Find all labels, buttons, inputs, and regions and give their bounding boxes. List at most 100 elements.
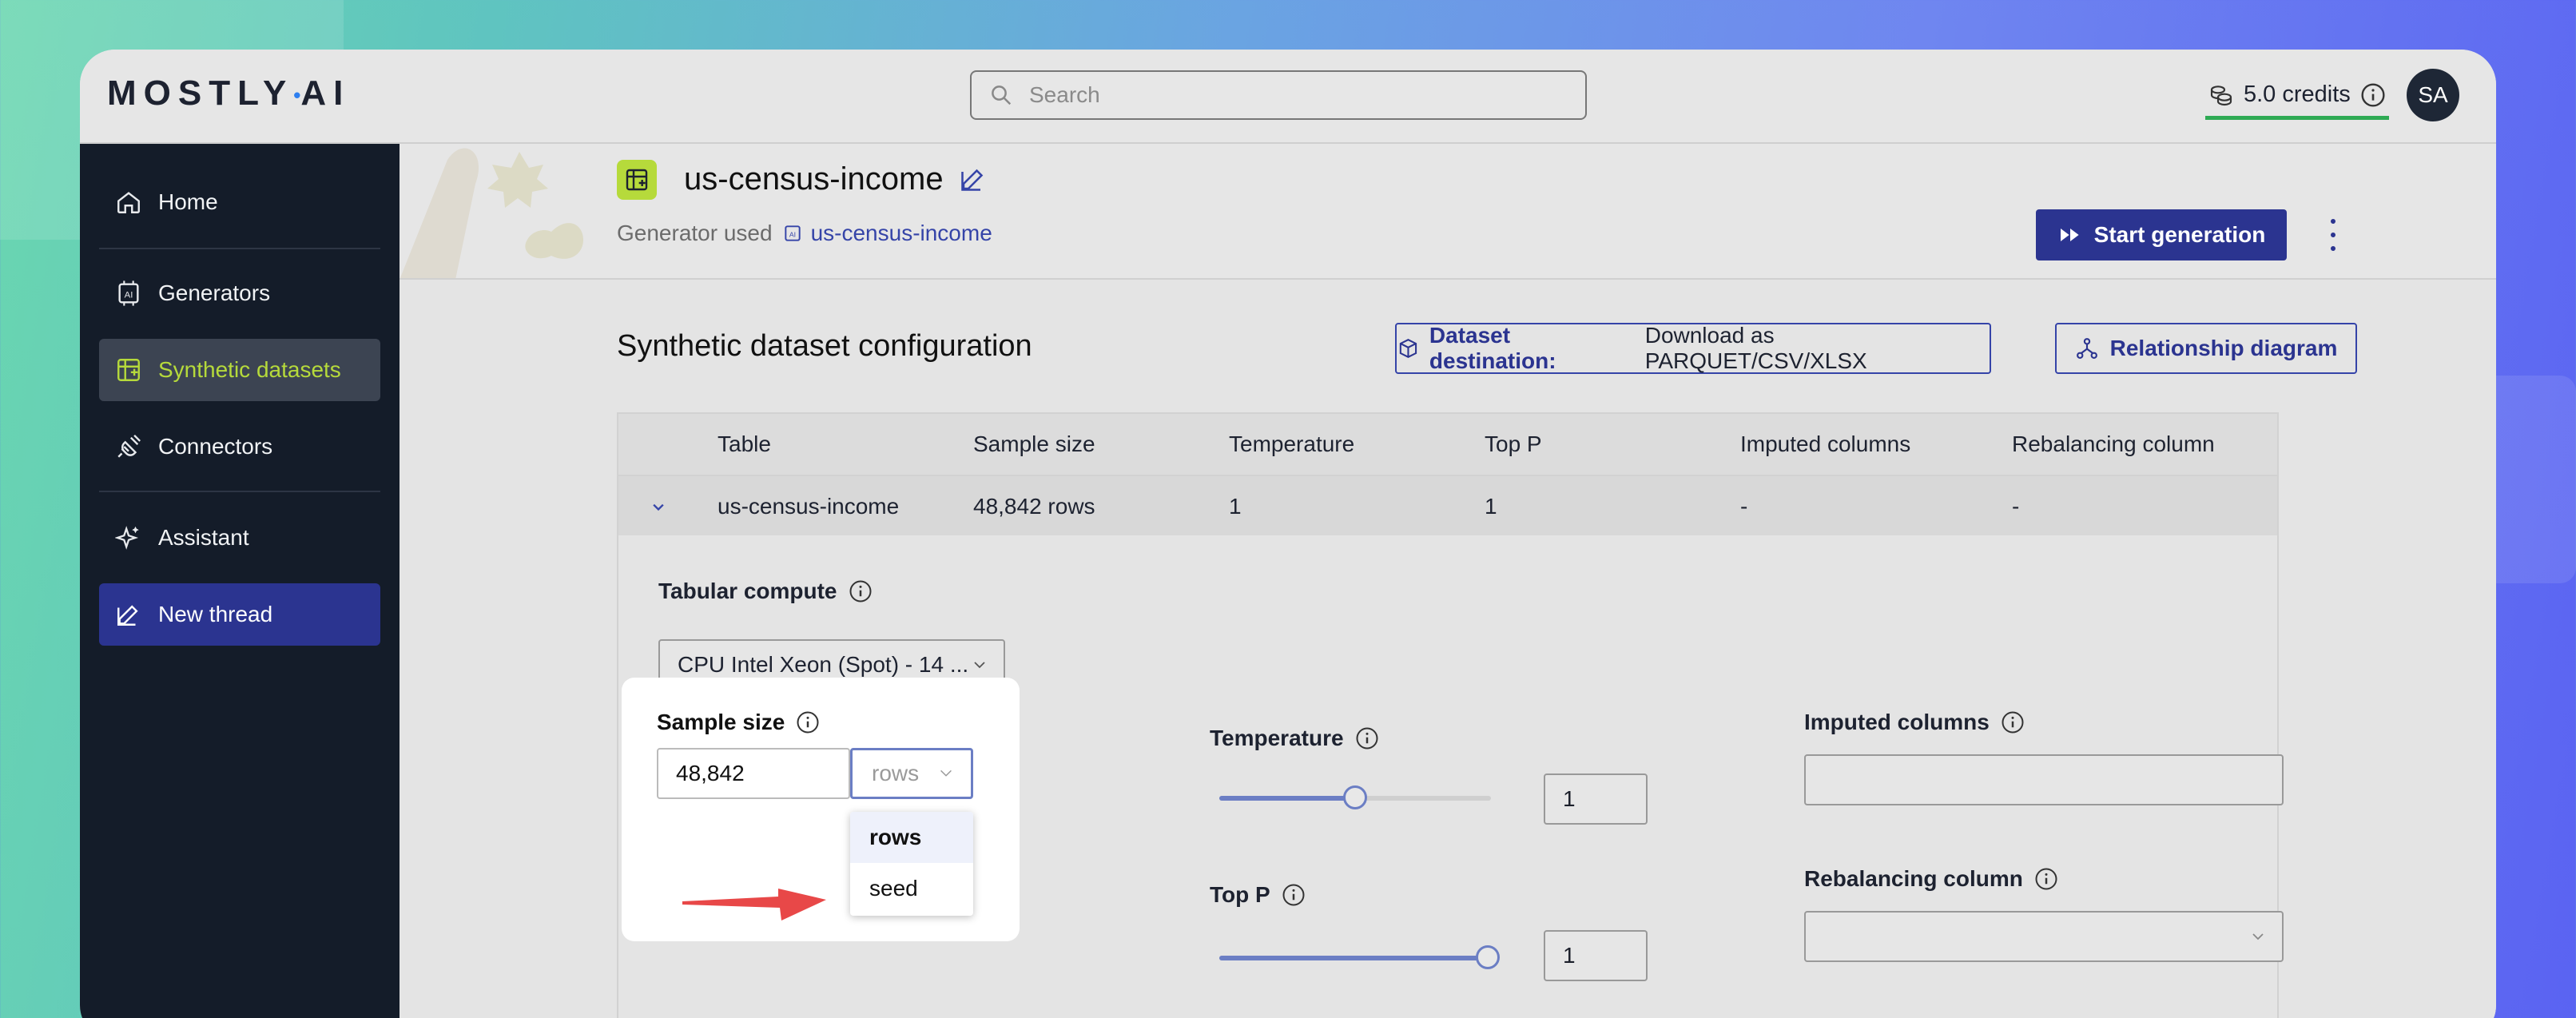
sample-size-popup: Sample size 48,842 rows rows seed — [622, 678, 1020, 941]
search-input[interactable] — [1029, 82, 1548, 108]
info-icon[interactable] — [2360, 82, 2386, 108]
divider — [99, 248, 380, 249]
dataset-icon — [117, 359, 140, 381]
page-title: us-census-income — [684, 161, 944, 197]
chevron-down-icon — [940, 769, 952, 777]
relationship-diagram-label: Relationship diagram — [2109, 336, 2338, 360]
home-icon — [117, 192, 140, 213]
more-options-icon[interactable] — [2327, 219, 2339, 251]
table-cell: - — [1740, 494, 1748, 519]
info-icon[interactable] — [2034, 867, 2058, 891]
sidebar: Home AI Generators Synthetic datasets Co… — [80, 144, 400, 1018]
red-arrow-annotation — [682, 889, 826, 921]
imputed-columns-input[interactable] — [1804, 754, 2284, 805]
plug-icon — [117, 434, 141, 458]
top-p-input[interactable]: 1 — [1544, 930, 1648, 981]
sidebar-item-home[interactable]: Home — [99, 171, 380, 233]
table-cell: 48,842 rows — [973, 494, 1095, 519]
slider-fill — [1219, 796, 1355, 801]
table-cell: us-census-income — [718, 494, 900, 519]
sidebar-item-connectors[interactable]: Connectors — [99, 416, 380, 478]
imputed-columns-label: Imputed columns — [1804, 710, 2025, 735]
dataset-icon — [626, 169, 648, 191]
svg-text:AI: AI — [125, 291, 133, 300]
slider-handle[interactable] — [1476, 945, 1500, 969]
destination-value: Download as PARQUET/CSV/XLSX — [1644, 323, 1867, 373]
info-icon[interactable] — [1282, 883, 1306, 907]
rebalancing-column-select[interactable] — [1804, 911, 2284, 962]
dataset-destination-button[interactable]: Dataset destination: Download as PARQUET… — [1395, 323, 1991, 374]
column-header: Imputed columns — [1740, 431, 1911, 456]
column-header: Top P — [1485, 431, 1542, 456]
slider-handle[interactable] — [1343, 785, 1367, 809]
sidebar-item-label: Synthetic datasets — [158, 357, 341, 382]
search-box[interactable] — [970, 70, 1587, 120]
sidebar-item-label: Assistant — [158, 525, 249, 550]
sidebar-item-generators[interactable]: AI Generators — [99, 262, 380, 324]
sample-size-input[interactable]: 48,842 — [657, 748, 850, 799]
start-generation-button[interactable]: Start generation — [2036, 209, 2287, 260]
top-p-label: Top P — [1210, 882, 1306, 908]
divider — [99, 491, 380, 492]
avatar[interactable]: SA — [2407, 69, 2459, 121]
table-cell: - — [2012, 494, 2020, 519]
search-icon — [992, 85, 1012, 105]
box-icon — [1399, 339, 1417, 358]
hierarchy-icon — [2076, 338, 2097, 359]
dataset-badge — [617, 160, 657, 200]
sidebar-item-assistant[interactable]: Assistant — [99, 507, 380, 569]
temperature-slider[interactable] — [1219, 785, 1491, 809]
info-icon[interactable] — [1355, 726, 1379, 750]
chevron-down-icon — [974, 662, 985, 669]
column-header: Sample size — [973, 431, 1095, 456]
relationship-diagram-button[interactable]: Relationship diagram — [2055, 323, 2357, 374]
generator-used-label: Generator used — [617, 221, 773, 245]
svg-text:AI: AI — [789, 230, 795, 238]
section-title: Synthetic dataset configuration — [617, 329, 1032, 363]
column-header: Temperature — [1229, 431, 1355, 456]
dataset-header: us-census-income Generator used AI us-ce… — [400, 144, 2496, 280]
info-icon[interactable] — [796, 710, 820, 734]
edit-icon — [117, 605, 138, 626]
dropdown-option-seed[interactable]: seed — [850, 863, 973, 914]
top-bar: MOSTLY•AI 5.0 credits SA — [80, 50, 2496, 144]
coins-icon — [2210, 85, 2232, 105]
compute-label: Tabular compute — [658, 579, 873, 604]
tables-table: Table Sample size Temperature Top P Impu… — [617, 412, 2279, 537]
table-row[interactable]: us-census-income 48,842 rows 1 1 - - — [617, 475, 2279, 537]
rebalancing-column-label: Rebalancing column — [1804, 866, 2058, 892]
temperature-input[interactable]: 1 — [1544, 773, 1648, 825]
new-thread-button[interactable]: New thread — [99, 583, 380, 646]
generator-name: us-census-income — [810, 221, 992, 245]
credits-text: 5.0 credits — [2244, 82, 2351, 107]
sample-unit-value: rows — [872, 761, 920, 785]
destination-label: Dataset destination: — [1429, 323, 1556, 373]
info-icon[interactable] — [2001, 710, 2025, 734]
ai-chip-icon: AI — [784, 225, 801, 241]
app-window: MOSTLY•AI 5.0 credits SA Home AI Generat… — [80, 50, 2496, 1018]
generator-link[interactable]: AI us-census-income — [782, 221, 992, 246]
decorative-shapes — [400, 148, 583, 278]
sidebar-item-label: Connectors — [158, 434, 273, 459]
compute-value: CPU Intel Xeon (Spot) - 14 ... — [678, 652, 969, 677]
sidebar-item-synthetic-datasets[interactable]: Synthetic datasets — [99, 339, 380, 401]
column-header: Rebalancing column — [2012, 431, 2215, 456]
ai-chip-icon: AI — [118, 280, 139, 306]
fast-forward-icon — [2060, 229, 2079, 241]
sample-unit-dropdown: rows seed — [850, 812, 973, 916]
column-header: Table — [718, 431, 771, 456]
info-icon[interactable] — [849, 579, 873, 603]
top-p-slider[interactable] — [1219, 945, 1500, 969]
chevron-down-icon[interactable] — [647, 495, 670, 518]
logo[interactable]: MOSTLY•AI — [107, 74, 350, 113]
dropdown-option-rows[interactable]: rows — [850, 812, 973, 863]
table-cell: 1 — [1485, 494, 1497, 519]
sidebar-item-label: Generators — [158, 280, 271, 305]
sample-unit-select[interactable]: rows — [850, 748, 973, 799]
sidebar-item-label: New thread — [158, 602, 273, 626]
start-generation-label: Start generation — [2093, 222, 2266, 247]
table-cell: 1 — [1229, 494, 1242, 519]
credits-indicator[interactable]: 5.0 credits — [2205, 74, 2389, 120]
table-header-row: Table Sample size Temperature Top P Impu… — [617, 412, 2279, 475]
edit-title-icon[interactable] — [959, 165, 988, 193]
